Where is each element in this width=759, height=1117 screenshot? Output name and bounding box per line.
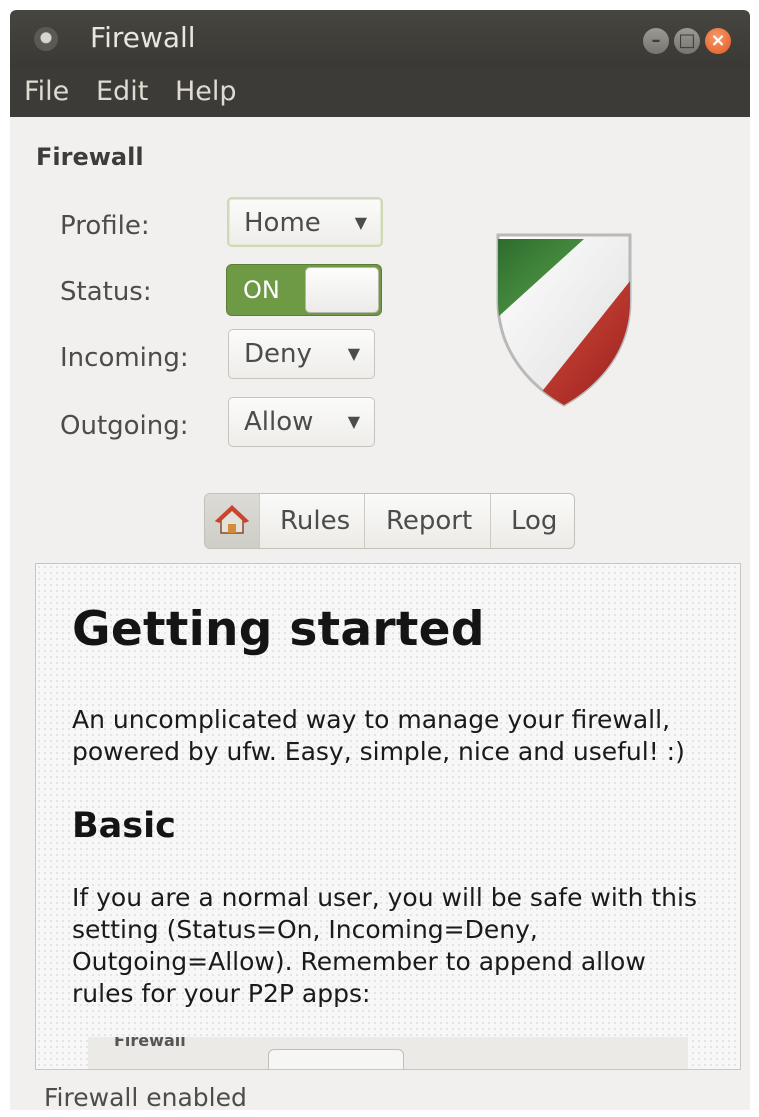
status-toggle-label: ON [243, 276, 280, 304]
menu-help[interactable]: Help [175, 75, 237, 109]
status-toggle[interactable]: ON [226, 264, 382, 316]
embedded-screenshot-widget [268, 1049, 404, 1069]
tab-log[interactable]: Log [490, 494, 574, 548]
toggle-knob [305, 267, 379, 313]
window-title: Firewall [90, 21, 196, 54]
tab-bar: Rules Report Log [204, 493, 575, 549]
chevron-down-icon: ▼ [354, 213, 367, 232]
outgoing-value: Allow [244, 407, 314, 437]
minimize-icon[interactable]: – [643, 28, 669, 54]
status-label: Status: [60, 277, 152, 307]
menu-bar: File Edit Help [10, 67, 750, 117]
shield-icon [496, 233, 632, 407]
profile-value: Home [244, 208, 321, 238]
app-icon [34, 27, 58, 51]
incoming-label: Incoming: [60, 343, 189, 373]
chevron-down-icon: ▼ [347, 344, 360, 363]
section-title: Firewall [36, 143, 144, 171]
doc-subheading: Basic [72, 806, 176, 846]
tab-rules[interactable]: Rules [259, 494, 364, 548]
incoming-value: Deny [244, 339, 312, 369]
menu-file[interactable]: File [24, 75, 69, 109]
maximize-icon[interactable]: □ [674, 28, 700, 54]
app-window: Firewall – □ × File Edit Help Firewall P… [10, 10, 750, 1110]
doc-intro: An uncomplicated way to manage your fire… [72, 705, 685, 766]
close-icon[interactable]: × [705, 28, 731, 54]
outgoing-label: Outgoing: [60, 411, 189, 441]
tab-home[interactable] [205, 494, 259, 548]
main-content: Firewall Profile: Home ▼ Status: ON Inco… [10, 117, 750, 1110]
help-document[interactable]: Getting started An uncomplicated way to … [35, 563, 741, 1070]
profile-dropdown[interactable]: Home ▼ [227, 197, 383, 247]
doc-heading: Getting started [72, 602, 485, 657]
title-bar[interactable]: Firewall – □ × [10, 10, 750, 67]
home-icon [215, 505, 249, 534]
incoming-dropdown[interactable]: Deny ▼ [228, 329, 375, 379]
tab-report[interactable]: Report [364, 494, 490, 548]
embedded-screenshot-title: Firewall [114, 1037, 186, 1050]
status-bar-text: Firewall enabled [44, 1083, 247, 1110]
profile-label: Profile: [60, 211, 150, 241]
chevron-down-icon: ▼ [347, 412, 360, 431]
outgoing-dropdown[interactable]: Allow ▼ [228, 397, 375, 447]
embedded-screenshot: Firewall [88, 1037, 688, 1069]
doc-basic-text: If you are a normal user, you will be sa… [72, 883, 697, 1008]
menu-edit[interactable]: Edit [96, 75, 148, 109]
